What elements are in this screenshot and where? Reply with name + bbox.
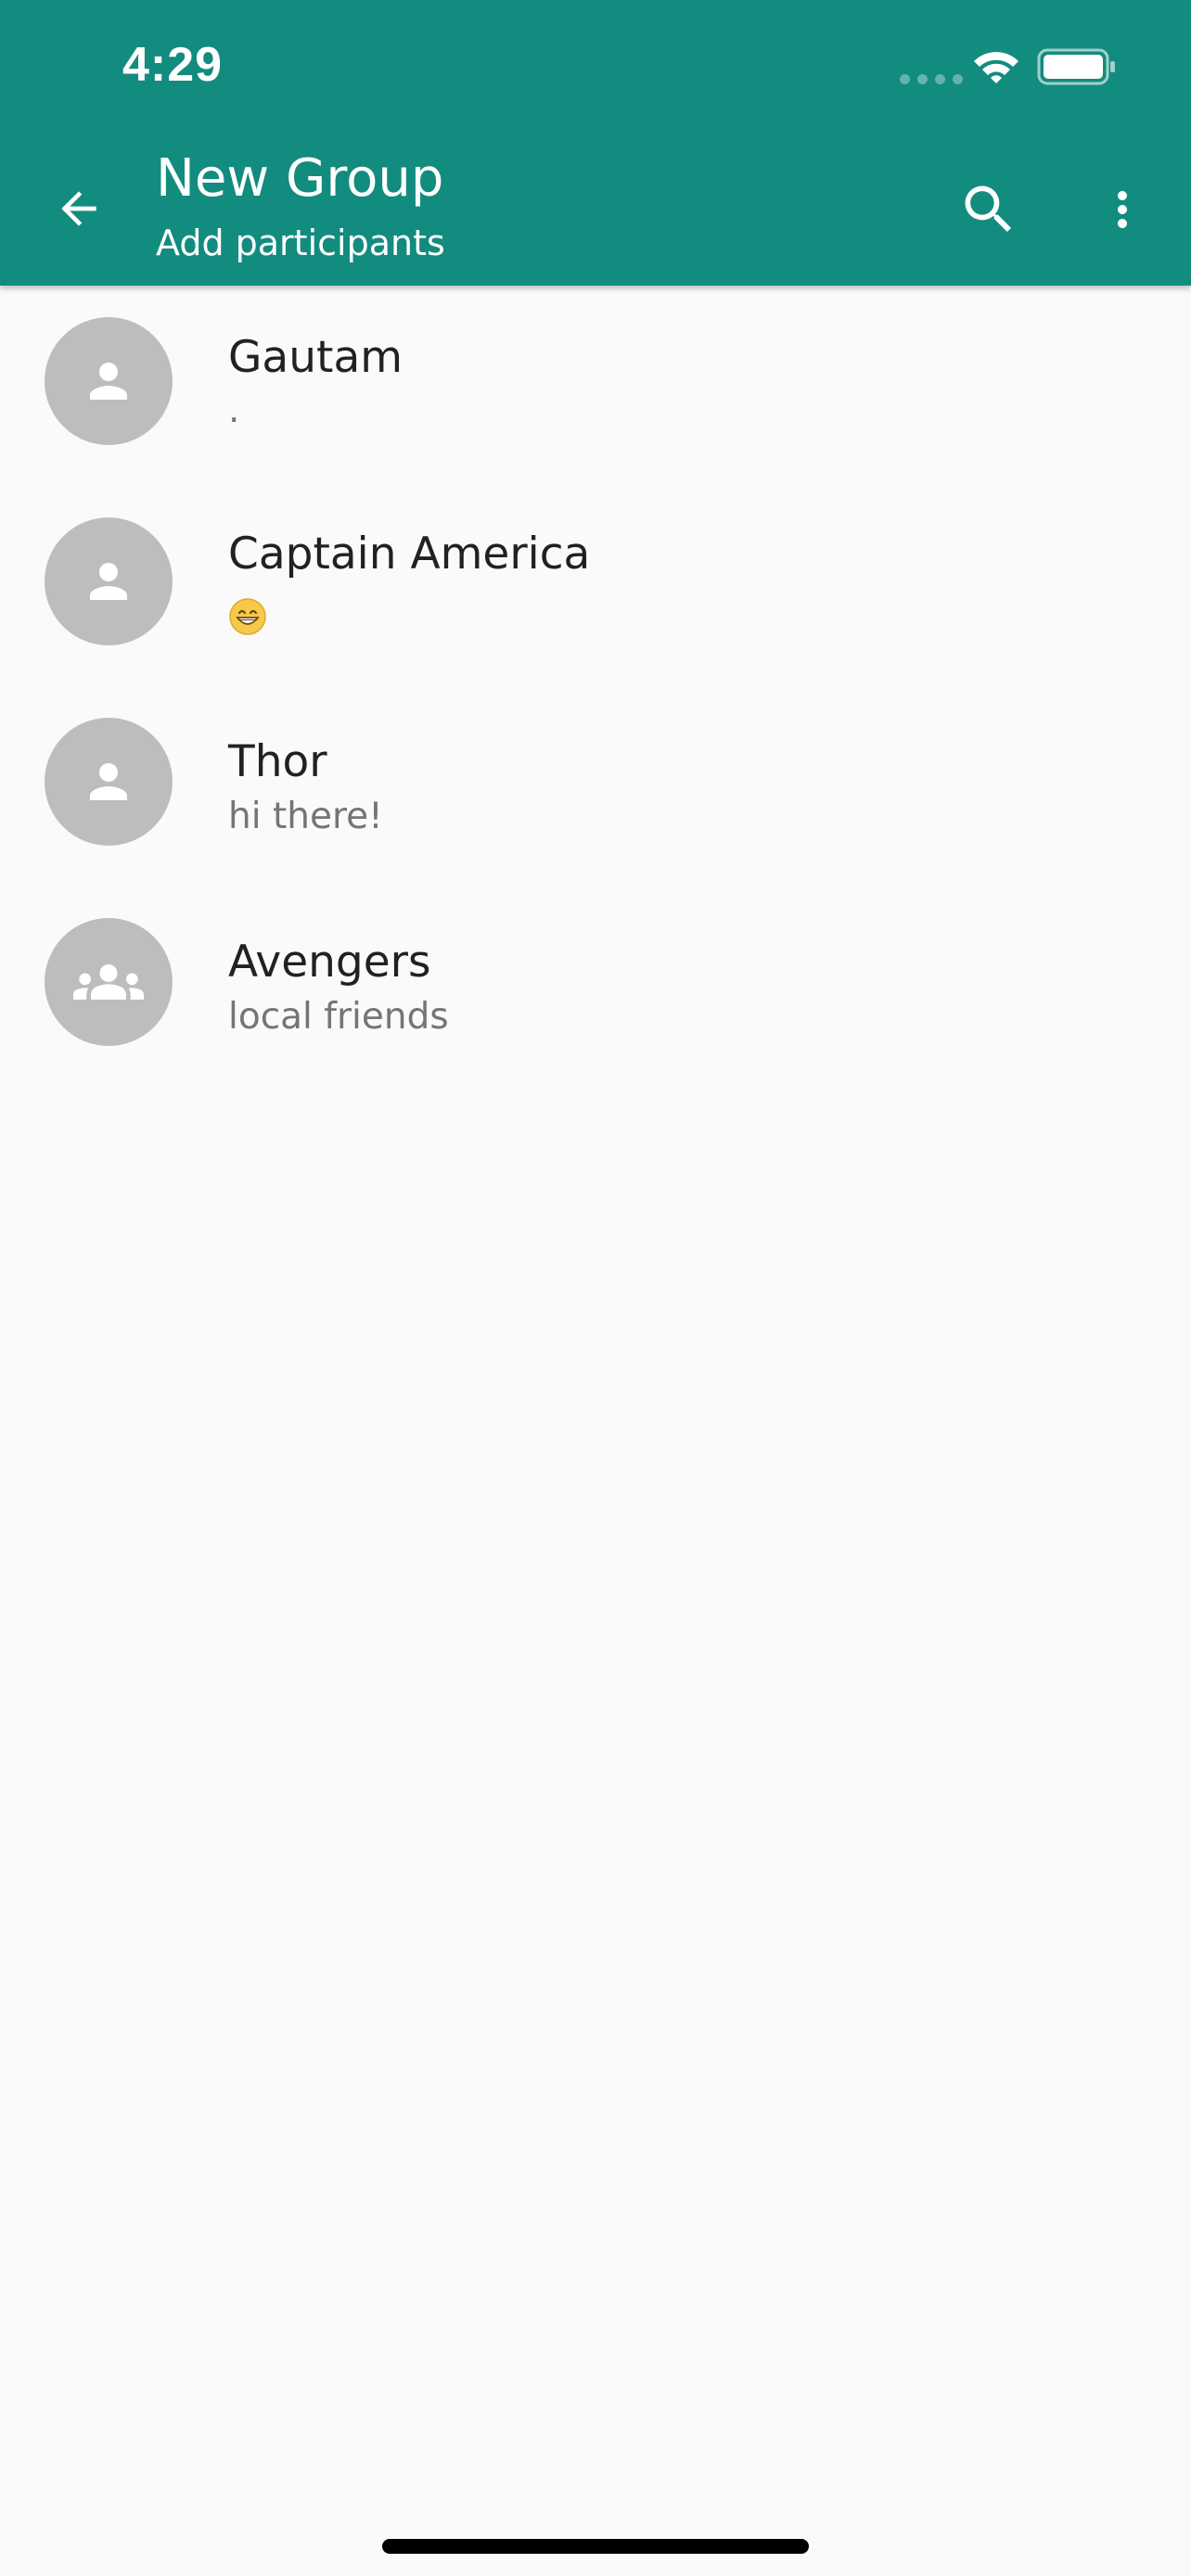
contact-status: local friends: [228, 996, 449, 1038]
contact-status: hi there!: [228, 796, 383, 837]
home-indicator[interactable]: [382, 2539, 809, 2554]
contact-row-gautam[interactable]: Gautam .: [0, 286, 1191, 486]
avatar: [45, 317, 173, 445]
search-icon: [965, 185, 1012, 233]
person-icon: [90, 563, 127, 600]
person-icon: [90, 363, 127, 400]
cellular-signal-icon: [900, 74, 963, 84]
back-button[interactable]: [37, 167, 121, 250]
contact-row-captain-america[interactable]: Captain America: [0, 486, 1191, 686]
status-bar-time: 4:29: [122, 38, 224, 92]
avatar: [45, 918, 173, 1046]
person-icon: [90, 763, 127, 800]
contact-name: Thor: [228, 736, 327, 787]
contact-row-thor[interactable]: Thor hi there!: [0, 686, 1191, 886]
contact-name: Avengers: [228, 937, 431, 988]
page-title: New Group: [156, 148, 444, 209]
app-header: 4:29 New Group Add participants: [0, 0, 1191, 286]
contact-row-avengers[interactable]: Avengers local friends: [0, 886, 1191, 1087]
page-subtitle: Add participants: [156, 223, 445, 263]
more-vert-icon: [1118, 191, 1127, 228]
battery-icon: [1037, 48, 1115, 85]
avatar: [45, 517, 173, 645]
contact-status: .: [228, 389, 240, 431]
new-group-screen: 4:29 New Group Add participants Gautam .…: [0, 0, 1191, 2576]
contact-name: Captain America: [228, 529, 591, 580]
contact-status: [228, 597, 267, 645]
contact-name: Gautam: [228, 332, 403, 383]
more-options-button[interactable]: [1085, 167, 1159, 252]
wifi-icon: [974, 52, 1018, 83]
group-icon: [73, 964, 144, 1000]
grinning-face-emoji-icon: [229, 598, 266, 635]
search-button[interactable]: [946, 167, 1031, 252]
avatar: [45, 718, 173, 846]
arrow-back-icon: [61, 191, 96, 226]
